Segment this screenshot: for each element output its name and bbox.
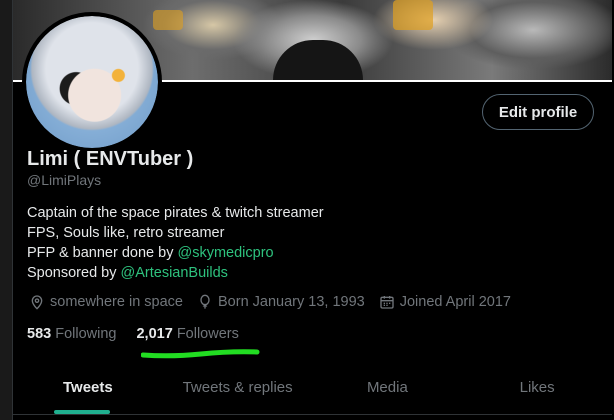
balloon-icon (200, 294, 210, 309)
tab-label: Likes (519, 378, 555, 396)
bio-line: FPS, Souls like, retro streamer (27, 225, 225, 241)
tab-tweets-and-replies[interactable]: Tweets & replies (163, 360, 313, 414)
profile-name: Limi ( ENVTuber ) (27, 148, 194, 170)
following-label: Following (55, 326, 117, 342)
tab-media[interactable]: Media (313, 360, 463, 414)
bio-text: Sponsored by (27, 265, 121, 281)
profile-bio: Captain of the space pirates & twitch st… (27, 203, 324, 283)
hand-drawn-underline (141, 349, 260, 359)
followers-number: 2,017 (136, 326, 173, 342)
followers-count-link[interactable]: 2,017 Followers (136, 326, 238, 342)
banner-art (273, 40, 363, 80)
birthday: Born January 13, 1993 (197, 294, 365, 310)
bio-line: PFP & banner done by @skymedicpro (27, 243, 324, 263)
joined-text: Joined April 2017 (399, 294, 511, 310)
active-tab-indicator (54, 410, 110, 414)
window-edge (0, 0, 12, 420)
profile-handle: @LimiPlays (27, 172, 102, 188)
profile-tabs: Tweets Tweets & replies Media Likes (13, 360, 612, 415)
bio-text: PFP & banner done by (27, 245, 178, 261)
followers-label: Followers (176, 326, 239, 342)
location-pin-icon (31, 295, 43, 310)
calendar-icon (380, 296, 394, 309)
tab-label: Tweets (63, 378, 113, 396)
artist-mention-link[interactable]: @skymedicpro (177, 245, 273, 261)
edit-profile-button[interactable]: Edit profile (482, 94, 594, 130)
following-number: 583 (27, 326, 52, 342)
location: somewhere in space (29, 294, 183, 310)
profile-meta: somewhere in space Born January 13, 1993… (29, 294, 525, 310)
tab-label: Media (366, 378, 408, 396)
avatar[interactable] (22, 12, 162, 152)
follow-counts: 583 Following 2,017 Followers (27, 326, 259, 342)
following-count-link[interactable]: 583 Following (27, 326, 116, 342)
banner-art (153, 10, 183, 30)
location-text: somewhere in space (50, 294, 183, 310)
joined-date: Joined April 2017 (379, 294, 511, 310)
tab-likes[interactable]: Likes (462, 360, 612, 414)
tab-tweets[interactable]: Tweets (13, 360, 163, 414)
sponsor-mention-link[interactable]: @ArtesianBuilds (121, 265, 228, 281)
avatar-image (26, 16, 158, 148)
banner-art (393, 0, 433, 30)
tab-label: Tweets & replies (182, 378, 293, 396)
bio-line: Sponsored by @ArtesianBuilds (27, 263, 324, 283)
birthday-text: Born January 13, 1993 (218, 294, 365, 310)
bio-line: Captain of the space pirates & twitch st… (27, 205, 324, 221)
